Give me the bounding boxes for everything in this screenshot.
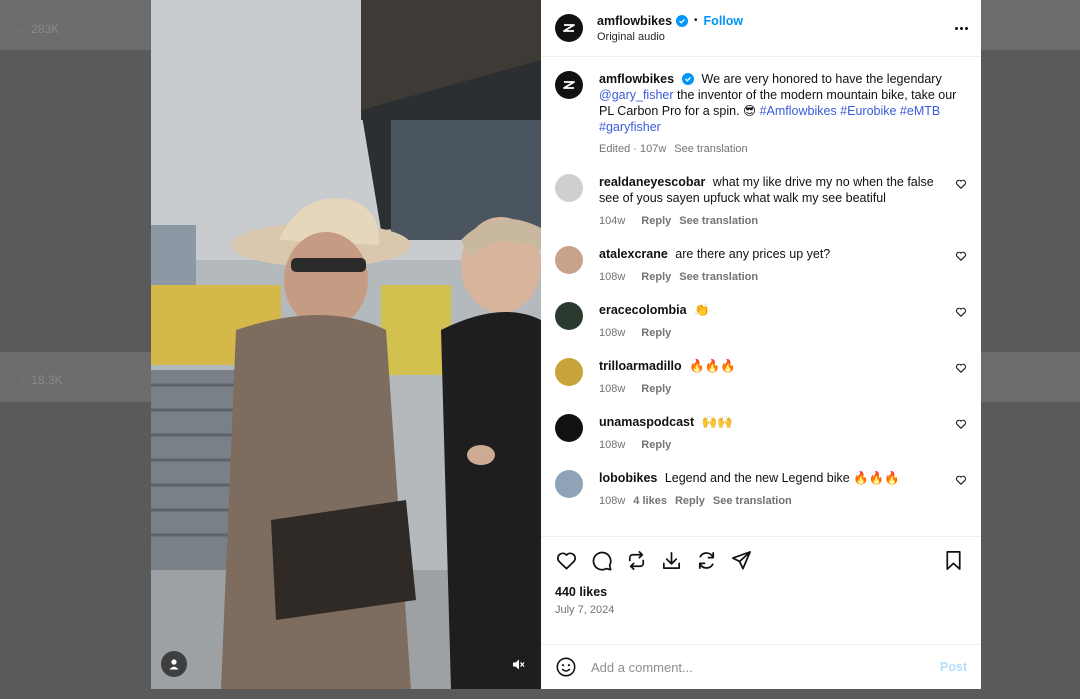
post-header: amflowbikes • Follow Original audio xyxy=(541,0,981,57)
muted-icon xyxy=(512,659,524,669)
post-date[interactable]: July 7, 2024 xyxy=(555,604,967,616)
commenter-avatar[interactable] xyxy=(555,246,583,274)
amflow-logo-icon xyxy=(563,24,575,32)
edited-label: Edited xyxy=(599,143,631,155)
see-translation-link[interactable]: See translation xyxy=(679,269,758,285)
author-avatar[interactable] xyxy=(555,71,583,99)
video-frame xyxy=(151,0,541,689)
commenter-username[interactable]: unamaspodcast xyxy=(599,415,694,429)
remix-icon[interactable] xyxy=(695,549,718,572)
commenter-username[interactable]: eracecolombia xyxy=(599,303,687,317)
comment-text: 🙌🙌 xyxy=(701,415,733,429)
mute-button[interactable] xyxy=(505,651,531,677)
commenter-username[interactable]: realdaneyescobar xyxy=(599,175,705,189)
comment-age[interactable]: 108w xyxy=(599,493,625,509)
comment-item: realdaneyescobar what my like drive my n… xyxy=(555,174,967,229)
comment-icon: ◌ xyxy=(18,373,26,387)
amflow-logo-icon xyxy=(563,81,575,89)
commenter-username[interactable]: lobobikes xyxy=(599,471,657,485)
reply-button[interactable]: Reply xyxy=(641,213,671,229)
post-video[interactable] xyxy=(151,0,541,689)
comment-item: lobobikes Legend and the new Legend bike… xyxy=(555,470,967,509)
user-tag-button[interactable] xyxy=(161,651,187,677)
commenter-username[interactable]: atalexcrane xyxy=(599,247,668,261)
reply-button[interactable]: Reply xyxy=(641,381,671,397)
author-username[interactable]: amflowbikes xyxy=(597,14,672,28)
more-options-button[interactable] xyxy=(951,18,971,38)
user-icon xyxy=(169,659,179,670)
background-count: ◌ 18.3K xyxy=(18,373,63,387)
background-count: ◌ 283K xyxy=(18,22,60,36)
verified-badge-icon xyxy=(682,73,695,85)
comment-like-heart-icon[interactable] xyxy=(955,418,967,430)
verified-badge-icon xyxy=(676,14,689,27)
action-bar: 440 likes July 7, 2024 xyxy=(541,536,981,644)
author-avatar[interactable] xyxy=(555,14,583,42)
comment-age[interactable]: 108w xyxy=(599,269,625,285)
commenter-avatar[interactable] xyxy=(555,414,583,442)
follow-button[interactable]: Follow xyxy=(704,14,744,28)
comment-like-heart-icon[interactable] xyxy=(955,178,967,190)
reply-button[interactable]: Reply xyxy=(675,493,705,509)
post-details-panel: amflowbikes • Follow Original audio amfl… xyxy=(541,0,981,689)
see-translation-link[interactable]: See translation xyxy=(674,141,747,157)
comment-like-heart-icon[interactable] xyxy=(955,250,967,262)
see-translation-link[interactable]: See translation xyxy=(679,213,758,229)
comments-list[interactable]: amflowbikes We are very honored to have … xyxy=(541,57,981,536)
caption-text: We are very honored to have the legendar… xyxy=(701,72,942,86)
post-modal: amflowbikes • Follow Original audio amfl… xyxy=(151,0,981,689)
comment-likes[interactable]: 4 likes xyxy=(633,493,667,509)
add-comment-input[interactable]: Add a comment... xyxy=(591,660,940,675)
commenter-avatar[interactable] xyxy=(555,358,583,386)
caption: amflowbikes We are very honored to have … xyxy=(555,71,967,157)
comment-age[interactable]: 108w xyxy=(599,325,625,341)
caption-age[interactable]: 107w xyxy=(640,143,666,155)
comment-age[interactable]: 108w xyxy=(599,381,625,397)
like-heart-icon[interactable] xyxy=(555,549,578,572)
comment-item: eracecolombia 👏 108w Reply xyxy=(555,302,967,341)
comment-text: 👏 xyxy=(694,303,710,317)
comment-icon: ◌ xyxy=(18,22,26,36)
comment-text: are there any prices up yet? xyxy=(675,247,831,261)
separator-dot: • xyxy=(694,15,698,26)
see-translation-link[interactable]: See translation xyxy=(713,493,792,509)
add-comment-bar: Add a comment... Post xyxy=(541,644,981,689)
audio-label[interactable]: Original audio xyxy=(597,31,743,43)
save-bookmark-icon[interactable] xyxy=(942,549,965,572)
comment-item: atalexcrane are there any prices up yet?… xyxy=(555,246,967,285)
emoji-icon[interactable] xyxy=(555,656,577,678)
reply-button[interactable]: Reply xyxy=(641,269,671,285)
caption-username[interactable]: amflowbikes xyxy=(599,72,674,86)
commenter-username[interactable]: trilloarmadillo xyxy=(599,359,682,373)
comment-age[interactable]: 104w xyxy=(599,213,625,229)
comment-like-heart-icon[interactable] xyxy=(955,474,967,486)
share-send-icon[interactable] xyxy=(730,549,753,572)
like-count[interactable]: 440 likes xyxy=(555,585,967,599)
reply-button[interactable]: Reply xyxy=(641,437,671,453)
more-options-icon xyxy=(954,26,958,30)
reply-button[interactable]: Reply xyxy=(641,325,671,341)
post-comment-button[interactable]: Post xyxy=(940,660,967,674)
repost-icon[interactable] xyxy=(625,549,648,572)
commenter-avatar[interactable] xyxy=(555,174,583,202)
download-icon[interactable] xyxy=(660,549,683,572)
comment-age[interactable]: 108w xyxy=(599,437,625,453)
mention-link[interactable]: @gary_fisher xyxy=(599,88,674,102)
commenter-avatar[interactable] xyxy=(555,470,583,498)
comment-text: Legend and the new Legend bike 🔥🔥🔥 xyxy=(664,471,900,485)
comment-text: 🔥🔥🔥 xyxy=(689,359,736,373)
commenter-avatar[interactable] xyxy=(555,302,583,330)
comment-like-heart-icon[interactable] xyxy=(955,306,967,318)
comment-like-heart-icon[interactable] xyxy=(955,362,967,374)
comment-icon[interactable] xyxy=(590,549,613,572)
comment-item: unamaspodcast 🙌🙌 108w Reply xyxy=(555,414,967,453)
comment-item: trilloarmadillo 🔥🔥🔥 108w Reply xyxy=(555,358,967,397)
